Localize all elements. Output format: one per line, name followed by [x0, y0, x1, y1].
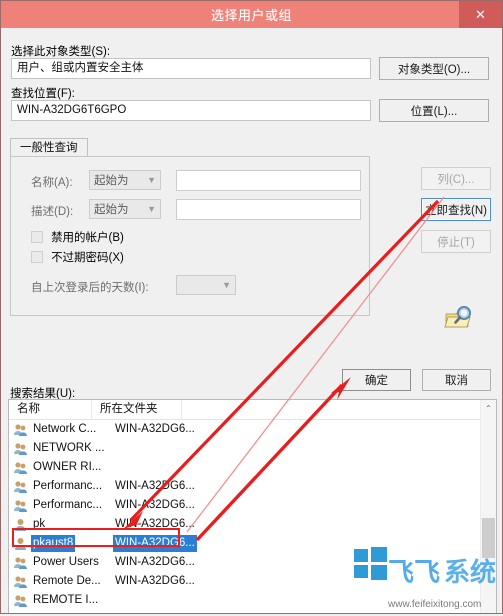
group-icon: [13, 423, 28, 437]
row-name: Remote De...: [33, 575, 101, 587]
name-input[interactable]: [176, 170, 361, 191]
description-operator-value: 起始为: [94, 204, 129, 216]
title-bar: 选择用户或组 ✕: [1, 1, 502, 28]
row-name: Performanc...: [33, 499, 103, 511]
non-expiring-password-row[interactable]: 不过期密码(X): [31, 249, 124, 265]
disabled-accounts-row[interactable]: 禁用的帐户(B): [31, 229, 124, 245]
group-icon: [13, 442, 28, 456]
table-row[interactable]: REMOTE I...: [9, 591, 496, 610]
row-name: pk: [33, 518, 46, 530]
non-expiring-password-checkbox[interactable]: [31, 251, 43, 263]
days-since-logon-label: 自上次登录后的天数(I):: [31, 282, 149, 294]
close-icon: ✕: [475, 6, 486, 22]
group-icon: [13, 499, 28, 513]
select-users-or-groups-dialog: 选择用户或组 ✕ 选择此对象类型(S): 用户、组或内置安全主体 对象类型(O)…: [0, 0, 503, 614]
row-folder: WIN-A32DG6...: [113, 535, 203, 552]
row-folder: WIN-A32DG6...: [115, 423, 195, 435]
table-row[interactable]: pkaust8 WIN-A32DG6...: [9, 534, 496, 553]
listview-rows: Network C... WIN-A32DG6... NETWORK ... OWNE…: [9, 420, 496, 613]
find-now-button[interactable]: 立即查找(N): [421, 198, 491, 221]
chevron-down-icon: ▼: [222, 280, 231, 290]
row-folder: WIN-A32DG6...: [115, 518, 195, 530]
listview-scrollbar[interactable]: ⌃: [480, 400, 496, 613]
disabled-accounts-label: 禁用的帐户(B): [51, 232, 124, 244]
object-type-input[interactable]: 用户、组或内置安全主体: [11, 58, 371, 79]
name-operator-select[interactable]: 起始为 ▼: [89, 170, 161, 190]
description-operator-select[interactable]: 起始为 ▼: [89, 199, 161, 219]
row-name: NETWORK ...: [33, 442, 105, 454]
close-button[interactable]: ✕: [459, 1, 502, 28]
days-since-logon-select[interactable]: ▼: [176, 275, 236, 295]
description-input[interactable]: [176, 199, 361, 220]
group-icon: [13, 575, 28, 589]
name-operator-value: 起始为: [94, 175, 129, 187]
table-row[interactable]: Power Users WIN-A32DG6...: [9, 553, 496, 572]
location-input[interactable]: WIN-A32DG6T6GPO: [11, 100, 371, 121]
row-folder: WIN-A32DG6...: [115, 575, 195, 587]
ok-button[interactable]: 确定: [342, 369, 411, 391]
user-icon: [13, 537, 28, 551]
folder-search-icon: [442, 304, 476, 332]
chevron-down-icon: ▼: [147, 204, 156, 214]
row-name: Remote M...: [31, 611, 113, 613]
query-tabstrip: 一般性查询: [10, 138, 370, 157]
window-title: 选择用户或组: [210, 8, 292, 23]
row-name: Network C...: [33, 423, 97, 435]
row-folder: WIN-A32DG6...: [115, 556, 195, 568]
row-name: pkaust8: [31, 535, 113, 552]
locations-button[interactable]: 位置(L)...: [379, 99, 489, 122]
common-queries-panel: 名称(A): 起始为 ▼ 描述(D): 起始为 ▼ 禁用的帐户(B) 不过期密码…: [10, 156, 370, 316]
group-icon: [13, 594, 28, 608]
row-name: REMOTE I...: [33, 594, 99, 606]
scroll-up-arrow-icon[interactable]: ⌃: [481, 400, 496, 416]
column-header-folder[interactable]: 所在文件夹: [92, 400, 182, 419]
table-row[interactable]: OWNER RI...: [9, 458, 496, 477]
location-label: 查找位置(F):: [11, 88, 75, 100]
non-expiring-password-label: 不过期密码(X): [51, 252, 124, 264]
row-name: Power Users: [33, 556, 99, 568]
name-label: 名称(A):: [31, 177, 73, 189]
group-icon: [13, 461, 28, 475]
column-header-extra[interactable]: [182, 400, 496, 419]
group-icon: [13, 613, 28, 614]
table-row[interactable]: Remote De... WIN-A32DG6...: [9, 572, 496, 591]
table-row[interactable]: NETWORK ...: [9, 439, 496, 458]
disabled-accounts-checkbox[interactable]: [31, 231, 43, 243]
table-row[interactable]: Network C... WIN-A32DG6...: [9, 420, 496, 439]
row-folder: WIN-A32DG6...: [115, 480, 195, 492]
stop-button[interactable]: 停止(T): [421, 230, 491, 253]
row-folder: WIN-A32DG6...: [115, 499, 195, 511]
column-header-name[interactable]: 名称: [9, 400, 92, 419]
object-type-label: 选择此对象类型(S):: [11, 46, 111, 58]
row-name: OWNER RI...: [33, 461, 102, 473]
columns-button[interactable]: 列(C)...: [421, 167, 491, 190]
dialog-body: 选择此对象类型(S): 用户、组或内置安全主体 对象类型(O)... 查找位置(…: [1, 28, 502, 613]
table-row[interactable]: Performanc... WIN-A32DG6...: [9, 496, 496, 515]
listview-header: 名称 所在文件夹: [9, 400, 496, 420]
search-results-listview[interactable]: 名称 所在文件夹 Network C... WIN-A32DG6... NETWOR…: [8, 399, 497, 613]
table-row[interactable]: Performanc... WIN-A32DG6...: [9, 477, 496, 496]
group-icon: [13, 480, 28, 494]
user-icon: [13, 518, 28, 532]
table-row[interactable]: pk WIN-A32DG6...: [9, 515, 496, 534]
row-name: Performanc...: [33, 480, 103, 492]
row-folder: WIN-A32DG6...: [113, 611, 203, 613]
cancel-button[interactable]: 取消: [422, 369, 491, 391]
chevron-down-icon: ▼: [147, 175, 156, 185]
scrollbar-thumb[interactable]: [482, 518, 495, 558]
object-types-button[interactable]: 对象类型(O)...: [379, 57, 489, 80]
group-icon: [13, 556, 28, 570]
tab-common-queries[interactable]: 一般性查询: [10, 138, 88, 157]
table-row[interactable]: Remote M...WIN-A32DG6...: [9, 610, 496, 613]
description-label: 描述(D):: [31, 206, 74, 218]
